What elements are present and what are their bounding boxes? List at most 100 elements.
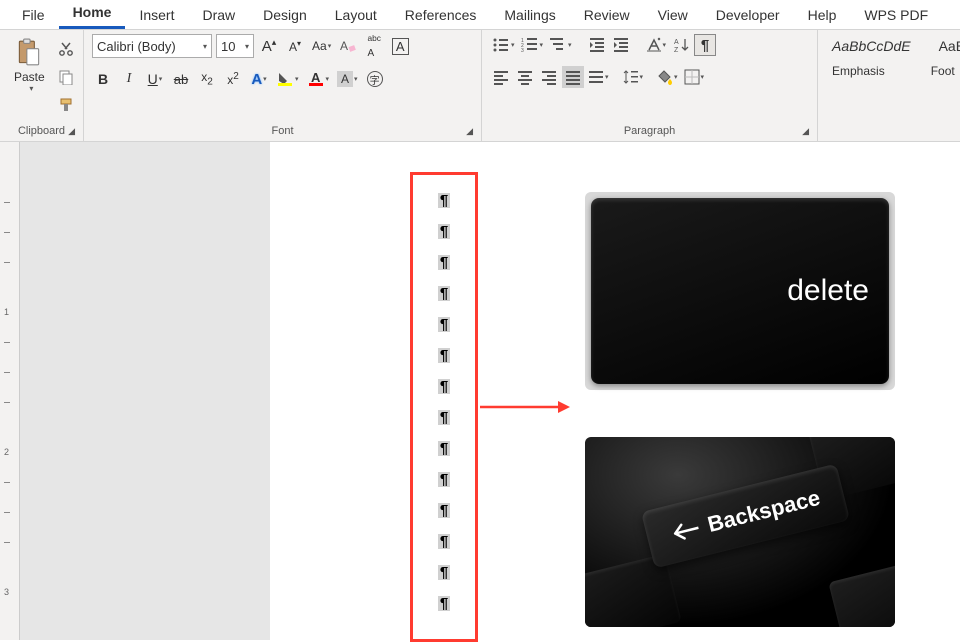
format-painter-button[interactable] — [55, 94, 77, 116]
multilevel-icon — [549, 37, 567, 53]
font-color-button[interactable]: A▾ — [305, 68, 332, 90]
char-shading-button[interactable]: A▾ — [335, 68, 360, 90]
numbering-button[interactable]: 123▾ — [519, 34, 546, 56]
delete-key: delete — [591, 198, 889, 384]
indent-icon — [613, 37, 629, 53]
svg-text:Z: Z — [674, 47, 679, 53]
grow-font-button[interactable]: A▴ — [258, 35, 280, 57]
tab-wps-pdf[interactable]: WPS PDF — [850, 1, 942, 29]
chevron-down-icon: ▾ — [701, 73, 705, 81]
underline-button[interactable]: U▾ — [144, 68, 166, 90]
tab-help[interactable]: Help — [794, 1, 851, 29]
arrow-icon — [480, 397, 570, 417]
decrease-indent-button[interactable] — [586, 34, 608, 56]
borders-button[interactable]: ▾ — [682, 66, 707, 88]
align-justify-button[interactable] — [562, 66, 584, 88]
enclose-chars-button[interactable]: 字 — [364, 68, 386, 90]
chevron-down-icon: ▾ — [540, 41, 544, 49]
shading-button[interactable]: ▾ — [655, 66, 680, 88]
paragraph-mark: ¶ — [438, 255, 450, 270]
paste-button[interactable]: Paste ▾ — [8, 34, 51, 97]
dialog-launcher-icon[interactable]: ◢ — [802, 126, 809, 137]
tab-design[interactable]: Design — [249, 1, 321, 29]
align-center-button[interactable] — [514, 66, 536, 88]
sort-button[interactable]: AZ — [670, 34, 692, 56]
tab-developer[interactable]: Developer — [702, 1, 794, 29]
document-page[interactable]: ¶ ¶ ¶ ¶ ¶ ¶ ¶ ¶ ¶ ¶ ¶ ¶ ¶ ¶ — [270, 142, 960, 640]
paragraph-mark: ¶ — [438, 503, 450, 518]
tab-file[interactable]: File — [8, 1, 59, 29]
font-size-value: 10 — [221, 39, 235, 54]
paragraph-mark: ¶ — [438, 441, 450, 456]
pilcrow-icon: ¶ — [701, 37, 709, 54]
character-border-button[interactable]: A — [389, 35, 411, 57]
dialog-launcher-icon[interactable]: ◢ — [68, 126, 75, 137]
distributed-button[interactable]: ▾ — [586, 66, 611, 88]
font-size-select[interactable]: 10▾ — [216, 34, 254, 58]
group-paragraph: ▾ 123▾ ▾ — [482, 30, 818, 141]
sort-icon: AZ — [673, 37, 689, 53]
paragraph-mark: ¶ — [438, 193, 450, 208]
align-left-button[interactable] — [490, 66, 512, 88]
tab-view[interactable]: View — [644, 1, 702, 29]
italic-button[interactable]: I — [118, 68, 140, 90]
tab-review[interactable]: Review — [570, 1, 644, 29]
phonetic-guide-button[interactable]: abcA — [363, 35, 385, 57]
tab-references[interactable]: References — [391, 1, 491, 29]
style-preview-emphasis[interactable]: AaBbCcDdE — [826, 34, 917, 58]
paragraph-marks-column: ¶ ¶ ¶ ¶ ¶ ¶ ¶ ¶ ¶ ¶ ¶ ¶ ¶ ¶ — [413, 175, 475, 619]
bold-button[interactable]: B — [92, 68, 114, 90]
cut-button[interactable] — [55, 38, 77, 60]
paragraph-mark: ¶ — [438, 286, 450, 301]
scissors-icon — [58, 41, 74, 57]
tab-home[interactable]: Home — [59, 0, 126, 29]
text-effects-icon: A — [251, 71, 262, 88]
svg-text:A: A — [674, 39, 679, 46]
font-name-value: Calibri (Body) — [97, 39, 176, 54]
style-preview-footer[interactable]: AaBbCc — [933, 34, 960, 58]
svg-text:A: A — [311, 70, 321, 85]
line-spacing-button[interactable]: ▾ — [621, 66, 646, 88]
dialog-launcher-icon[interactable]: ◢ — [466, 126, 473, 137]
chevron-down-icon: ▾ — [568, 41, 572, 49]
multilevel-list-button[interactable]: ▾ — [547, 34, 574, 56]
tab-insert[interactable]: Insert — [125, 1, 188, 29]
tab-layout[interactable]: Layout — [321, 1, 391, 29]
shrink-font-button[interactable]: A▾ — [284, 35, 306, 57]
document-area: 1 2 3 ¶ ¶ ¶ ¶ ¶ ¶ ¶ ¶ — [0, 142, 960, 640]
strike-icon: ab — [174, 72, 188, 87]
asian-layout-button[interactable]: ▾ — [644, 34, 669, 56]
chevron-down-icon: ▾ — [511, 41, 515, 49]
group-styles: AaBbCcDdE AaBbCc Emphasis Foot — [818, 30, 960, 141]
chevron-down-icon: ▾ — [159, 75, 163, 83]
show-hide-marks-button[interactable]: ¶ — [694, 34, 716, 56]
paragraph-mark: ¶ — [438, 317, 450, 332]
strikethrough-button[interactable]: ab — [170, 68, 192, 90]
font-name-select[interactable]: Calibri (Body)▾ — [92, 34, 212, 58]
tab-mailings[interactable]: Mailings — [490, 1, 569, 29]
bullets-button[interactable]: ▾ — [490, 34, 517, 56]
clear-formatting-button[interactable]: A — [337, 35, 359, 57]
superscript-button[interactable]: x2 — [222, 68, 244, 90]
change-case-button[interactable]: Aa▾ — [310, 35, 333, 57]
tab-draw[interactable]: Draw — [188, 1, 249, 29]
svg-text:3: 3 — [521, 48, 524, 53]
clipboard-label: Clipboard — [18, 125, 65, 137]
align-right-button[interactable] — [538, 66, 560, 88]
copy-button[interactable] — [55, 66, 77, 88]
highlight-button[interactable]: ▾ — [274, 68, 301, 90]
paragraph-mark: ¶ — [438, 224, 450, 239]
vertical-ruler[interactable]: 1 2 3 — [0, 142, 20, 640]
subscript-button[interactable]: x2 — [196, 68, 218, 90]
chevron-down-icon: ▾ — [328, 42, 332, 50]
chevron-down-icon: ▾ — [640, 73, 644, 81]
enclose-icon: 字 — [367, 71, 383, 87]
ruler-mark-2: 2 — [4, 447, 9, 457]
ribbon-tabs: File Home Insert Draw Design Layout Refe… — [0, 0, 960, 30]
increase-indent-button[interactable] — [610, 34, 632, 56]
shrink-font-icon: A▾ — [289, 39, 301, 54]
asian-layout-icon — [646, 37, 662, 53]
style-name-footer: Foot — [925, 62, 960, 80]
highlight-box: ¶ ¶ ¶ ¶ ¶ ¶ ¶ ¶ ¶ ¶ ¶ ¶ ¶ ¶ — [410, 172, 478, 642]
text-effects-button[interactable]: A▾ — [248, 68, 270, 90]
